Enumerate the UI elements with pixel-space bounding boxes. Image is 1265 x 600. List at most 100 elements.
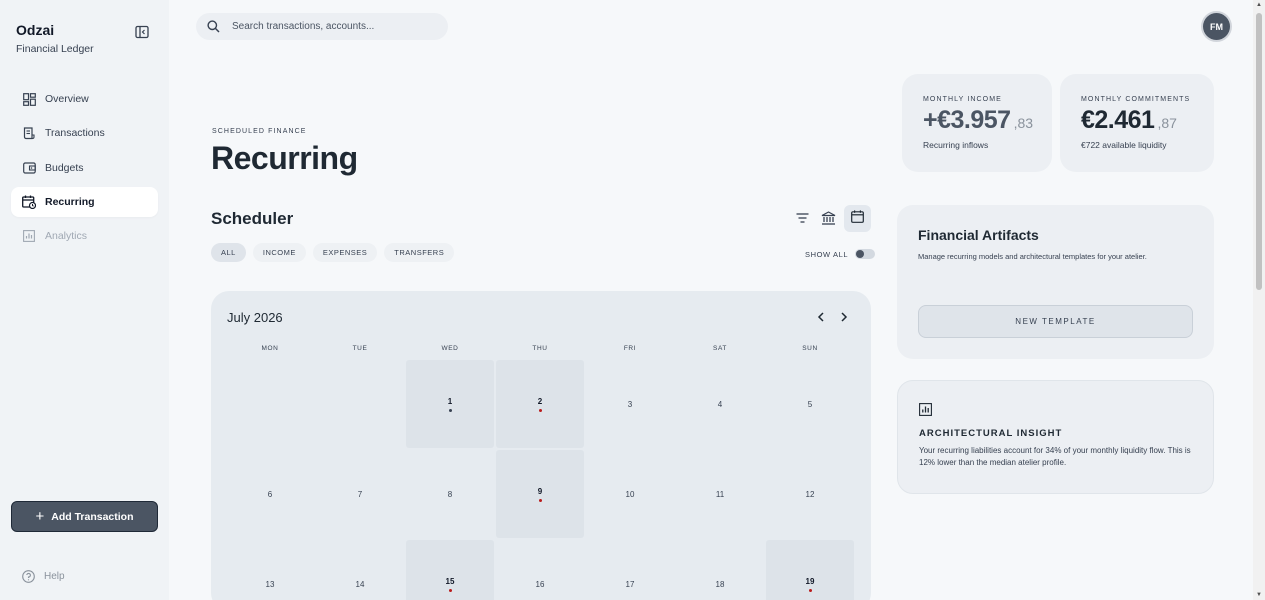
chevron-left-icon[interactable] (815, 311, 827, 323)
calendar-day[interactable]: 12 (766, 450, 854, 538)
calendar-day[interactable]: 3 (586, 360, 674, 448)
weekday-label: SUN (802, 345, 818, 352)
scroll-up-arrow-icon[interactable]: ▲ (1256, 2, 1262, 8)
event-dot (538, 498, 542, 502)
chip-transfers[interactable]: TRANSFERS (384, 243, 455, 262)
calendar-day[interactable]: 2 (496, 360, 584, 448)
sidebar-item-label: Transactions (45, 127, 105, 140)
help-label: Help (44, 571, 65, 582)
stat-cents: ,83 (1013, 115, 1034, 131)
calendar-day[interactable]: 9 (496, 450, 584, 538)
stat-note: €722 available liquidity (1081, 140, 1167, 150)
brand: Odzai Financial Ledger (16, 22, 94, 55)
event-dot (538, 408, 542, 412)
calendar-day[interactable]: 19 (766, 540, 854, 600)
help-link[interactable]: Help (22, 570, 65, 583)
calendar-day[interactable]: 6 (226, 450, 314, 538)
day-number: 5 (807, 399, 813, 409)
calendar-day[interactable]: 1 (406, 360, 494, 448)
insight-title: ARCHITECTURAL INSIGHT (919, 428, 1063, 439)
bar-chart-icon (22, 229, 36, 243)
day-number: 10 (625, 489, 635, 499)
chevron-right-icon[interactable] (838, 311, 850, 323)
page-title: Recurring (211, 140, 358, 176)
help-icon (22, 570, 35, 583)
calendar-day[interactable]: 11 (676, 450, 764, 538)
sidebar-item-label: Budgets (45, 161, 84, 174)
sidebar-item-budgets[interactable]: Budgets (11, 153, 158, 183)
stat-label: MONTHLY INCOME (923, 96, 1002, 103)
day-number: 14 (355, 579, 365, 589)
sidebar-item-overview[interactable]: Overview (11, 84, 158, 114)
show-all-toggle[interactable] (855, 249, 876, 259)
chip-income[interactable]: INCOME (252, 243, 306, 262)
filter-icon[interactable] (794, 210, 810, 226)
day-number: 1 (447, 396, 453, 406)
calendar-day[interactable]: 14 (316, 540, 404, 600)
add-transaction-button[interactable]: + Add Transaction (11, 501, 158, 532)
day-number: 2 (537, 396, 543, 406)
calendar-day[interactable]: 4 (676, 360, 764, 448)
calendar-day[interactable]: 10 (586, 450, 674, 538)
sidebar-item-label: Recurring (45, 195, 95, 208)
day-number: 19 (805, 576, 815, 586)
calendar-month: July 2026 (227, 310, 283, 325)
calendar-day[interactable]: 7 (316, 450, 404, 538)
calendar-day[interactable]: 13 (226, 540, 314, 600)
avatar[interactable]: FM (1203, 13, 1230, 40)
stat-amount: €2.461 (1081, 106, 1155, 134)
filter-chips: ALL INCOME EXPENSES TRANSFERS (211, 243, 461, 262)
weekday-label: TUE (352, 345, 368, 352)
day-number: 11 (715, 489, 725, 499)
brand-name: Odzai (16, 22, 55, 38)
chip-expenses[interactable]: EXPENSES (312, 243, 378, 262)
scroll-thumb[interactable] (1256, 13, 1262, 290)
day-number: 6 (267, 489, 273, 499)
sidebar-item-recurring[interactable]: Recurring (11, 186, 158, 217)
event-dot (448, 408, 452, 412)
stat-cents: ,87 (1157, 115, 1177, 131)
brand-subtitle: Financial Ledger (16, 43, 94, 55)
weekday-label: SAT (713, 345, 727, 352)
sidebar-item-analytics[interactable]: Analytics (11, 221, 158, 251)
chart-icon (919, 403, 933, 417)
calendar-view-button[interactable] (844, 205, 871, 232)
chip-all[interactable]: ALL (211, 243, 246, 262)
weekday-label: THU (532, 345, 548, 352)
sidebar-collapse-icon[interactable] (135, 25, 149, 39)
sidebar-item-transactions[interactable]: Transactions (11, 118, 158, 148)
financial-artifacts-card: Financial Artifacts Manage recurring mod… (897, 205, 1214, 359)
stat-note: Recurring inflows (923, 140, 989, 150)
calendar-day[interactable]: 18 (676, 540, 764, 600)
new-template-button[interactable]: NEW TEMPLATE (918, 305, 1193, 338)
show-all-label: SHOW ALL (805, 249, 849, 259)
insight-text: Your recurring liabilities account for 3… (919, 446, 1191, 468)
page-eyebrow: SCHEDULED FINANCE (212, 128, 307, 135)
day-number: 13 (265, 579, 275, 589)
calendar-day[interactable]: 5 (766, 360, 854, 448)
search-bar[interactable] (196, 13, 448, 40)
wallet-icon (22, 161, 36, 175)
day-number: 4 (717, 399, 723, 409)
calendar-day[interactable]: 8 (406, 450, 494, 538)
weekday-label: WED (441, 345, 459, 352)
search-input[interactable] (232, 21, 432, 32)
grid-icon (22, 92, 36, 106)
event-dot (808, 588, 812, 592)
event-dot (448, 588, 452, 592)
scrollbar[interactable]: ▲ ▼ (1253, 0, 1265, 600)
calendar-day[interactable]: 15 (406, 540, 494, 600)
weekday-label: MON (261, 345, 279, 352)
show-all-control: SHOW ALL (805, 249, 876, 259)
toggle-knob (856, 250, 865, 258)
calendar-day[interactable]: 16 (496, 540, 584, 600)
day-number: 12 (805, 489, 815, 499)
add-transaction-label: Add Transaction (51, 510, 134, 523)
calendar-day[interactable]: 17 (586, 540, 674, 600)
day-number: 18 (715, 579, 725, 589)
weekday-label: FRI (623, 345, 637, 352)
sidebar-item-label: Analytics (45, 230, 88, 243)
bank-icon[interactable] (820, 210, 836, 226)
scroll-down-arrow-icon[interactable]: ▼ (1256, 592, 1262, 598)
stat-value: +€3.957 ,83 (923, 106, 1052, 135)
